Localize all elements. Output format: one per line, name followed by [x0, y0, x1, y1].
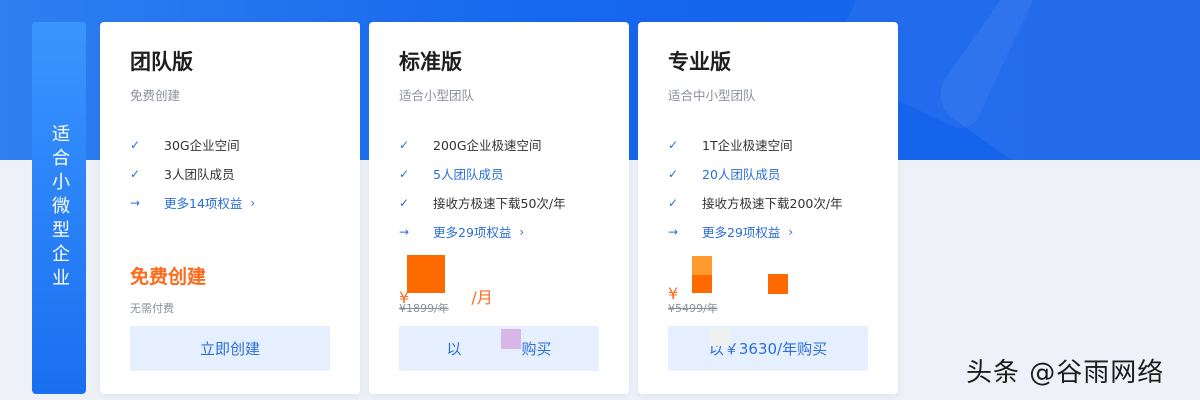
feature-item: ✓ 200G企业极速空间 — [399, 130, 599, 159]
feature-item: ✓ 30G企业空间 — [130, 130, 330, 159]
plan-card-standard: 标准版 适合小型团队 ✓ 200G企业极速空间 ✓ 5人团队成员 ✓ 接收方极速… — [369, 22, 629, 394]
more-benefits-text[interactable]: 更多29项权益 — [702, 222, 780, 241]
feature-text: 200G企业极速空间 — [433, 138, 542, 154]
feature-list: ✓ 1T企业极速空间 ✓ 20人团队成员 ✓ 接收方极速下载200次/年 → 更… — [668, 130, 868, 246]
buy-button-label: 以 — [446, 340, 462, 358]
feature-text: 3人团队成员 — [164, 167, 235, 183]
feature-list: ✓ 200G企业极速空间 ✓ 5人团队成员 ✓ 接收方极速下载50次/年 → 更… — [399, 130, 599, 246]
check-icon: ✓ — [399, 137, 410, 152]
create-button[interactable]: 立即创建 — [130, 326, 330, 371]
plan-title: 标准版 — [399, 50, 462, 74]
more-benefits-text[interactable]: 更多14项权益 — [164, 193, 242, 212]
plan-subtitle: 免费创建 — [130, 88, 181, 104]
buy-button-label: 购买 — [521, 340, 552, 358]
feature-text: 1T企业极速空间 — [702, 138, 793, 154]
more-benefits-link[interactable]: → 更多29项权益 › — [668, 217, 868, 246]
buy-button[interactable]: 以 购买 — [399, 326, 599, 371]
redaction-block — [768, 274, 788, 294]
plan-subtitle: 适合中小型团队 — [668, 88, 756, 104]
arrow-right-icon: → — [668, 224, 679, 239]
feature-item: ✓ 接收方极速下载200次/年 — [668, 188, 868, 217]
redaction-block — [692, 256, 712, 276]
check-icon: ✓ — [130, 166, 141, 181]
plan-card-team: 团队版 免费创建 ✓ 30G企业空间 ✓ 3人团队成员 → 更多14项权益 › … — [100, 22, 360, 394]
feature-item: ✓ 20人团队成员 — [668, 159, 868, 188]
arrow-right-icon: → — [399, 224, 410, 239]
feature-item: ✓ 1T企业极速空间 — [668, 130, 868, 159]
redaction-block — [692, 275, 712, 293]
check-icon: ✓ — [399, 166, 410, 181]
price-note: 无需付费 — [130, 302, 174, 315]
more-benefits-link[interactable]: → 更多29项权益 › — [399, 217, 599, 246]
chevron-right-icon: › — [250, 195, 256, 210]
chevron-right-icon: › — [788, 224, 794, 239]
redaction-block — [710, 328, 730, 346]
chevron-right-icon: › — [519, 224, 525, 239]
feature-text: 30G企业空间 — [164, 138, 240, 154]
plan-subtitle: 适合小型团队 — [399, 88, 475, 104]
more-benefits-text[interactable]: 更多29项权益 — [433, 222, 511, 241]
side-category-tab[interactable]: 适合小微型企业 — [32, 22, 86, 394]
redaction-block — [407, 255, 445, 293]
price-label: 免费创建 — [130, 266, 207, 288]
price-unit: /月 — [471, 288, 493, 307]
redaction-block — [501, 329, 521, 349]
old-price: ¥5499/年 — [668, 302, 718, 315]
plan-title: 专业版 — [668, 50, 731, 74]
side-tab-label: 适合小微型企业 — [49, 124, 70, 292]
check-icon: ✓ — [130, 137, 141, 152]
check-icon: ✓ — [399, 195, 410, 210]
feature-text: 20人团队成员 — [702, 167, 781, 183]
plan-title: 团队版 — [130, 50, 193, 74]
feature-item: ✓ 5人团队成员 — [399, 159, 599, 188]
feature-text: 5人团队成员 — [433, 167, 504, 183]
buy-button[interactable]: 以￥3630/年购买 — [668, 326, 868, 371]
check-icon: ✓ — [668, 166, 679, 181]
feature-text: 接收方极速下载50次/年 — [433, 196, 566, 212]
watermark: 头条 @谷雨网络 — [966, 358, 1165, 388]
old-price: ¥1899/年 — [399, 302, 449, 315]
feature-item: ✓ 接收方极速下载50次/年 — [399, 188, 599, 217]
feature-text: 接收方极速下载200次/年 — [702, 196, 843, 212]
feature-list: ✓ 30G企业空间 ✓ 3人团队成员 → 更多14项权益 › — [130, 130, 330, 217]
check-icon: ✓ — [668, 195, 679, 210]
check-icon: ✓ — [668, 137, 679, 152]
arrow-right-icon: → — [130, 195, 141, 210]
feature-item: ✓ 3人团队成员 — [130, 159, 330, 188]
more-benefits-link[interactable]: → 更多14项权益 › — [130, 188, 330, 217]
plan-card-pro: 专业版 适合中小型团队 ✓ 1T企业极速空间 ✓ 20人团队成员 ✓ 接收方极速… — [638, 22, 898, 394]
